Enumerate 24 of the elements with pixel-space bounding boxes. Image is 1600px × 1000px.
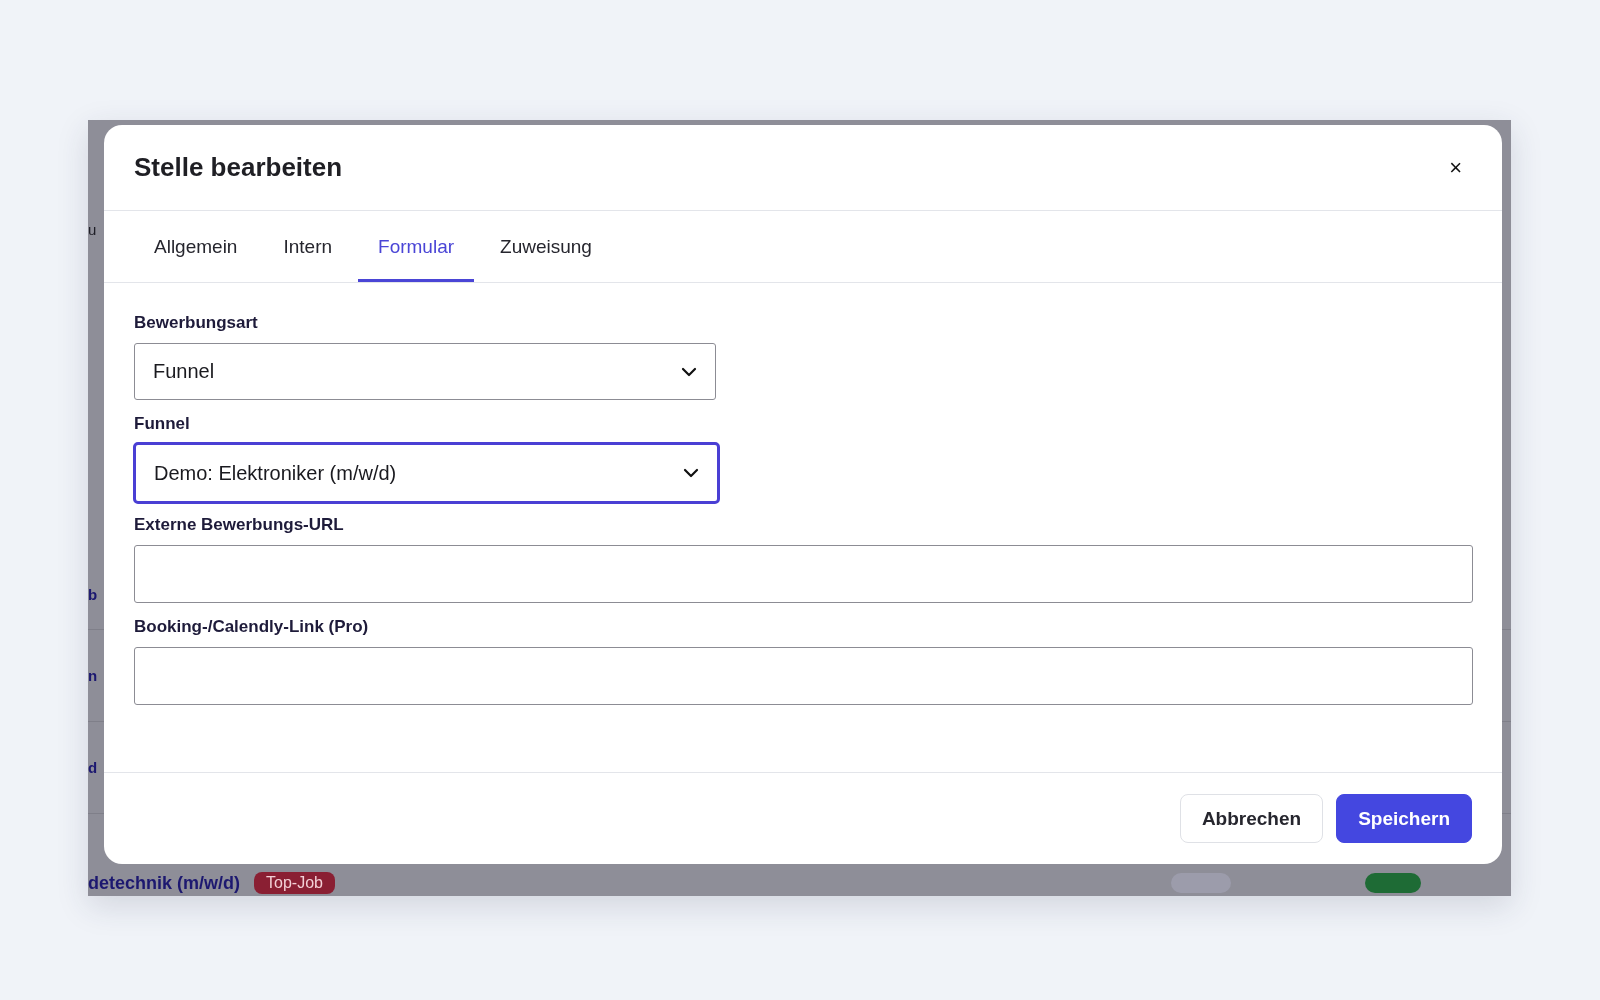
tab[interactable]: Intern — [263, 211, 353, 282]
top-job-tag: Top-Job — [254, 872, 335, 894]
background-text: detechnik (m/w/d) — [88, 872, 240, 894]
background-text: d — [88, 759, 98, 776]
cancel-button[interactable]: Abbrechen — [1179, 794, 1324, 843]
background-text: b — [88, 586, 98, 603]
tab[interactable]: Zuweisung — [480, 211, 612, 282]
save-button[interactable]: Speichern — [1336, 794, 1472, 843]
close-button[interactable]: × — [1443, 152, 1468, 183]
background-text: n — [88, 667, 98, 684]
dialog-title: Stelle bearbeiten — [134, 152, 343, 183]
tab[interactable]: Allgemein — [134, 211, 258, 282]
background-text: u — [88, 221, 97, 238]
field-label: Funnel — [134, 414, 191, 434]
chevron-down-icon — [683, 468, 699, 478]
tab[interactable]: Formular — [358, 211, 475, 282]
field-label: Externe Bewerbungs-URL — [134, 515, 345, 535]
select-field[interactable]: Demo: Elektroniker (m/w/d) — [133, 442, 720, 504]
field-label: Bewerbungsart — [134, 313, 259, 333]
chevron-down-icon — [681, 366, 697, 377]
select-field[interactable]: Funnel — [134, 343, 716, 400]
input-field[interactable] — [134, 545, 1473, 603]
input-field[interactable] — [134, 647, 1473, 705]
field-label: Booking-/Calendly-Link (Pro) — [134, 617, 370, 637]
